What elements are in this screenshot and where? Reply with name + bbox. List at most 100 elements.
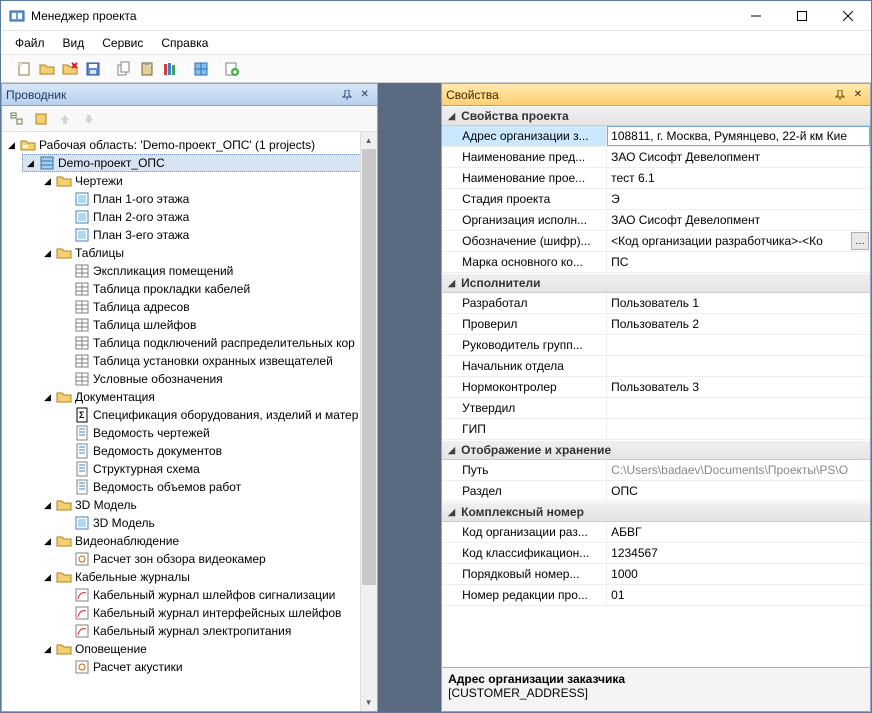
panel-close-icon[interactable]: ✕ xyxy=(850,87,866,103)
property-value[interactable]: Пользователь 2 xyxy=(607,314,870,334)
maximize-button[interactable] xyxy=(779,1,825,31)
property-value[interactable] xyxy=(607,419,870,439)
property-row[interactable]: Организация исполн...ЗАО Сисофт Девелопм… xyxy=(442,210,870,231)
collapse-icon[interactable]: ◢ xyxy=(6,140,17,151)
collapse-icon[interactable]: ◢ xyxy=(42,500,53,511)
tree-item[interactable]: Ведомость объемов работ xyxy=(58,478,375,496)
property-value[interactable]: ЗАО Сисофт Девелопмент xyxy=(607,147,870,167)
pin-icon[interactable] xyxy=(339,87,355,103)
property-row[interactable]: Руководитель групп... xyxy=(442,335,870,356)
property-row[interactable]: Утвердил xyxy=(442,398,870,419)
property-row[interactable]: Адрес организации з...108811, г. Москва,… xyxy=(442,126,870,147)
property-value[interactable]: 108811, г. Москва, Румянцево, 22-й км Ки… xyxy=(607,126,870,146)
property-value[interactable] xyxy=(607,335,870,355)
tree-item[interactable]: Ведомость документов xyxy=(58,442,375,460)
property-value[interactable]: 01 xyxy=(607,585,870,605)
property-value[interactable]: АБВГ xyxy=(607,522,870,542)
tree-item[interactable]: Условные обозначения xyxy=(58,370,375,388)
property-row[interactable]: ПутьC:\Users\badaev\Documents\Проекты\PS… xyxy=(442,460,870,481)
property-value[interactable]: C:\Users\badaev\Documents\Проекты\PS\О xyxy=(607,460,870,480)
property-row[interactable]: Наименование прое...тест 6.1 xyxy=(442,168,870,189)
tree-item[interactable]: ◢Чертежи xyxy=(40,172,375,190)
property-row[interactable]: Код организации раз...АБВГ xyxy=(442,522,870,543)
property-value[interactable]: ОПС xyxy=(607,481,870,501)
open-file-icon[interactable] xyxy=(36,58,58,80)
tree-item[interactable]: Ведомость чертежей xyxy=(58,424,375,442)
add-item-icon[interactable] xyxy=(221,58,243,80)
property-value[interactable]: <Код организации разработчика>-<Ко… xyxy=(607,231,870,251)
collapse-icon[interactable]: ◢ xyxy=(42,572,53,583)
scroll-up-icon[interactable]: ▲ xyxy=(361,132,377,149)
paste-icon[interactable] xyxy=(136,58,158,80)
tree-item[interactable]: ◢3D Модель xyxy=(40,496,375,514)
tree-item[interactable]: ◢Видеонаблюдение xyxy=(40,532,375,550)
tree-item[interactable]: ◢Demo-проект_ОПС xyxy=(22,154,375,172)
property-value[interactable]: 1234567 xyxy=(607,543,870,563)
collapse-icon[interactable]: ◢ xyxy=(446,445,457,456)
property-category[interactable]: ◢Отображение и хранение xyxy=(442,440,870,460)
grid-icon[interactable] xyxy=(190,58,212,80)
ellipsis-button[interactable]: … xyxy=(851,232,869,250)
menu-service[interactable]: Сервис xyxy=(94,34,151,52)
save-icon[interactable] xyxy=(82,58,104,80)
tree-item[interactable]: ◢Кабельные журналы xyxy=(40,568,375,586)
property-row[interactable]: Обозначение (шифр)...<Код организации ра… xyxy=(442,231,870,252)
property-row[interactable]: Наименование пред...ЗАО Сисофт Девелопме… xyxy=(442,147,870,168)
new-file-icon[interactable] xyxy=(13,58,35,80)
tree-item[interactable]: Расчет зон обзора видеокамер xyxy=(58,550,375,568)
pin-icon[interactable] xyxy=(832,87,848,103)
property-value[interactable]: Пользователь 3 xyxy=(607,377,870,397)
down-icon[interactable] xyxy=(78,108,100,130)
tree-item[interactable]: Таблица установки охранных извещателей xyxy=(58,352,375,370)
property-row[interactable]: ПроверилПользователь 2 xyxy=(442,314,870,335)
library-icon[interactable] xyxy=(159,58,181,80)
menu-help[interactable]: Справка xyxy=(153,34,216,52)
tree-item[interactable]: ◢Таблицы xyxy=(40,244,375,262)
copy-icon[interactable] xyxy=(113,58,135,80)
property-value[interactable]: 1000 xyxy=(607,564,870,584)
collapse-icon[interactable]: ◢ xyxy=(42,176,53,187)
tree-item[interactable]: Экспликация помещений xyxy=(58,262,375,280)
close-button[interactable] xyxy=(825,1,871,31)
collapse-icon[interactable]: ◢ xyxy=(446,278,457,289)
tree-scroll[interactable]: ◢Рабочая область: 'Demo-проект_ОПС' (1 p… xyxy=(2,132,377,711)
tree-item[interactable]: Таблица адресов xyxy=(58,298,375,316)
tree-item[interactable]: Таблица подключений распределительных ко… xyxy=(58,334,375,352)
tree-item[interactable]: План 3-его этажа xyxy=(58,226,375,244)
collapse-icon[interactable]: ◢ xyxy=(25,158,36,169)
menu-file[interactable]: Файл xyxy=(7,34,53,52)
collapse-icon[interactable]: ◢ xyxy=(42,644,53,655)
tree-item[interactable]: Таблица прокладки кабелей xyxy=(58,280,375,298)
property-row[interactable]: НормоконтролерПользователь 3 xyxy=(442,377,870,398)
collapse-icon[interactable]: ◢ xyxy=(42,392,53,403)
property-row[interactable]: Порядковый номер...1000 xyxy=(442,564,870,585)
delete-icon[interactable] xyxy=(59,58,81,80)
property-row[interactable]: Стадия проектаЭ xyxy=(442,189,870,210)
tree-item[interactable]: Кабельный журнал шлейфов сигнализации xyxy=(58,586,375,604)
collapse-icon[interactable]: ◢ xyxy=(42,536,53,547)
collapse-icon[interactable]: ◢ xyxy=(446,111,457,122)
property-value[interactable]: ПС xyxy=(607,252,870,272)
property-row[interactable]: ГИП xyxy=(442,419,870,440)
property-row[interactable]: Код классификацион...1234567 xyxy=(442,543,870,564)
tree-item[interactable]: Кабельный журнал электропитания xyxy=(58,622,375,640)
tree-item[interactable]: 3D Модель xyxy=(58,514,375,532)
tree-item[interactable]: ΣСпецификация оборудования, изделий и ма… xyxy=(58,406,375,424)
tree-item[interactable]: План 1-ого этажа xyxy=(58,190,375,208)
property-value[interactable]: Пользователь 1 xyxy=(607,293,870,313)
tree-item[interactable]: Кабельный журнал интерфейсных шлейфов xyxy=(58,604,375,622)
property-category[interactable]: ◢Свойства проекта xyxy=(442,106,870,126)
property-row[interactable]: Номер редакции про...01 xyxy=(442,585,870,606)
property-row[interactable]: Начальник отдела xyxy=(442,356,870,377)
property-category[interactable]: ◢Исполнители xyxy=(442,273,870,293)
tree-item[interactable]: ◢Документация xyxy=(40,388,375,406)
up-icon[interactable] xyxy=(54,108,76,130)
tree-item[interactable]: Структурная схема xyxy=(58,460,375,478)
tree-item[interactable]: ◢Рабочая область: 'Demo-проект_ОПС' (1 p… xyxy=(4,136,375,154)
scroll-down-icon[interactable]: ▼ xyxy=(361,694,377,711)
property-row[interactable]: РазделОПС xyxy=(442,481,870,502)
tree-item[interactable]: Расчет акустики xyxy=(58,658,375,676)
tree-item[interactable]: Таблица шлейфов xyxy=(58,316,375,334)
panel-close-icon[interactable]: ✕ xyxy=(357,87,373,103)
property-value[interactable]: ЗАО Сисофт Девелопмент xyxy=(607,210,870,230)
